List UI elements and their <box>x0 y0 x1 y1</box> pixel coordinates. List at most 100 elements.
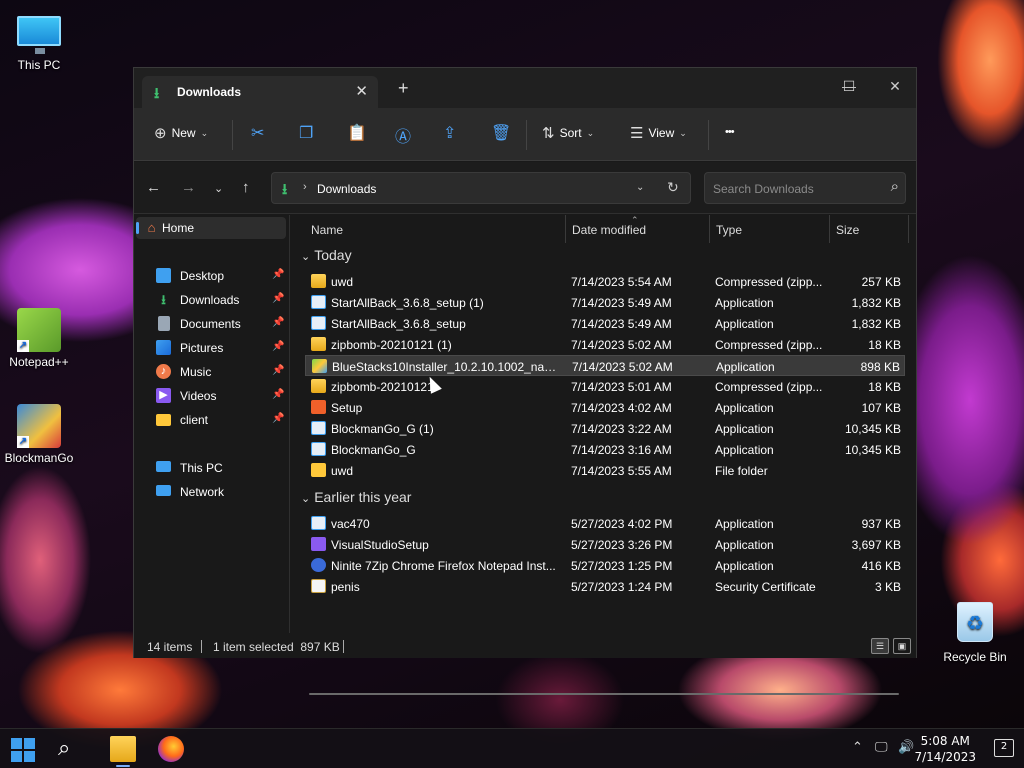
file-date: 7/14/2023 5:49 AM <box>571 317 672 331</box>
windows-start-icon[interactable] <box>11 738 35 762</box>
back-arrow-icon[interactable]: ← <box>146 179 161 196</box>
more-options-button[interactable]: ••• <box>725 126 735 138</box>
paste-icon[interactable]: 📋 <box>347 123 367 143</box>
rename-icon[interactable]: Ⓐ <box>395 123 411 147</box>
cut-icon[interactable]: ✂ <box>251 123 264 143</box>
system-clock[interactable]: 5:08 AM 7/14/2023 <box>914 733 976 765</box>
file-row[interactable]: Setup 7/14/2023 4:02 AM Application 107 KB <box>305 397 905 418</box>
search-icon[interactable]: ⌕ <box>58 736 84 762</box>
clock-time: 5:08 AM <box>920 734 970 748</box>
desktop-icon-notepadpp[interactable]: ↗ Notepad++ <box>1 308 77 369</box>
file-size: 3,697 KB <box>851 538 901 552</box>
sidebar-item-music[interactable]: ♪ Music 📌 <box>136 361 286 383</box>
bluestacks-icon <box>312 359 327 373</box>
search-box[interactable]: Search Downloads ⌕ <box>704 172 906 204</box>
new-tab-icon[interactable]: + <box>398 78 409 99</box>
file-explorer-icon[interactable] <box>110 736 136 767</box>
close-tab-icon[interactable]: ✕ <box>355 82 368 100</box>
sidebar-item-videos[interactable]: ▶ Videos 📌 <box>136 385 286 407</box>
file-row[interactable]: VisualStudioSetup 5/27/2023 3:26 PM Applic… <box>305 534 905 555</box>
file-row[interactable]: StartAllBack_3.6.8_setup 7/14/2023 5:49 A… <box>305 313 905 334</box>
details-view-icon[interactable]: ☰ <box>871 638 889 654</box>
group-header[interactable]: ⌄ Today <box>301 247 352 263</box>
file-row[interactable]: StartAllBack_3.6.8_setup (1) 7/14/2023 5:… <box>305 292 905 313</box>
desktop-icon-this-pc[interactable]: This PC <box>1 10 77 72</box>
up-arrow-icon[interactable]: ↑ <box>242 179 250 196</box>
address-history-chevron-icon[interactable]: ⌄ <box>636 182 644 193</box>
file-row[interactable]: penis 5/27/2023 1:24 PM Security Certifica… <box>305 576 905 597</box>
sidebar-item-client[interactable]: client 📌 <box>136 409 286 431</box>
column-divider <box>829 215 830 243</box>
collapse-chevron-icon: ⌄ <box>301 251 311 263</box>
file-row[interactable]: vac470 5/27/2023 4:02 PM Application 937 KB <box>305 513 905 534</box>
volume-icon[interactable]: 🔊 <box>898 740 914 755</box>
recent-locations-chevron-icon[interactable]: ⌄ <box>214 182 223 195</box>
desktop-icon-blockmango[interactable]: ↗ BlockmanGo <box>1 404 77 465</box>
computer-icon <box>17 16 61 54</box>
sidebar-item-label: Documents <box>180 317 241 331</box>
file-row[interactable]: zipbomb-20210121 7/14/2023 5:01 AM Compres… <box>305 376 905 397</box>
folder-icon <box>156 414 171 426</box>
file-size: 937 KB <box>861 517 901 531</box>
pin-icon[interactable]: 📌 <box>272 293 284 304</box>
column-header-name[interactable]: Name <box>311 223 343 237</box>
sidebar-item-label: Downloads <box>180 293 240 307</box>
column-header-date[interactable]: Date modified <box>572 223 646 237</box>
file-name: penis <box>331 580 360 594</box>
address-bar[interactable]: ⭳ › Downloads ⌄ ↻ <box>271 172 691 204</box>
show-hidden-icons-chevron-icon[interactable]: ⌃ <box>852 740 863 755</box>
file-date: 7/14/2023 5:54 AM <box>571 275 672 289</box>
breadcrumb-downloads[interactable]: Downloads <box>317 182 376 196</box>
sidebar-item-pictures[interactable]: Pictures 📌 <box>136 337 286 359</box>
pin-icon[interactable]: 📌 <box>272 389 284 400</box>
tab-downloads[interactable]: ⭳ Downloads ✕ <box>142 76 378 108</box>
sidebar-item-label: Network <box>180 485 225 499</box>
zip-folder-icon <box>311 274 326 288</box>
file-row[interactable]: BlueStacks10Installer_10.2.10.1002_nativ… <box>305 355 905 376</box>
refresh-icon[interactable]: ↻ <box>667 179 679 196</box>
file-date: 7/14/2023 5:02 AM <box>571 338 672 352</box>
file-type: Application <box>716 360 775 374</box>
file-type: Application <box>715 422 774 436</box>
delete-icon[interactable]: 🗑 <box>491 123 511 143</box>
group-header[interactable]: ⌄ Earlier this year <box>301 489 411 505</box>
close-window-button[interactable]: ✕ <box>872 72 918 100</box>
sidebar-item-documents[interactable]: Documents 📌 <box>136 313 286 335</box>
view-button[interactable]: ☰ View ⌄ <box>630 124 687 142</box>
sidebar-item-label: This PC <box>180 461 223 475</box>
sidebar-item-this-pc[interactable]: This PC <box>136 457 286 479</box>
sidebar-item-network[interactable]: Network <box>136 481 286 503</box>
forward-arrow-icon[interactable]: → <box>181 179 196 196</box>
selection-info: 1 item selected 897 KB <box>213 640 340 654</box>
sidebar-item-home[interactable]: ⌂ Home <box>136 217 286 239</box>
file-row[interactable]: zipbomb-20210121 (1) 7/14/2023 5:02 AM Com… <box>305 334 905 355</box>
firefox-icon[interactable] <box>158 736 184 762</box>
horizontal-scrollbar[interactable] <box>309 693 899 695</box>
file-row[interactable]: Ninite 7Zip Chrome Firefox Notepad Inst.… <box>305 555 905 576</box>
column-header-type[interactable]: Type <box>716 223 742 237</box>
maximize-button[interactable]: ☐ <box>826 72 872 100</box>
pin-icon[interactable]: 📌 <box>272 317 284 328</box>
notification-center-icon[interactable]: 2 <box>994 739 1014 757</box>
file-row[interactable]: uwd 7/14/2023 5:54 AM Compressed (zipp... 2… <box>305 271 905 292</box>
sidebar-item-downloads[interactable]: ⭳ Downloads 📌 <box>136 289 286 311</box>
pin-icon[interactable]: 📌 <box>272 341 284 352</box>
pin-icon[interactable]: 📌 <box>272 413 284 424</box>
notepadpp-icon: ↗ <box>17 308 61 352</box>
new-button[interactable]: ⊕ New ⌄ <box>154 124 208 142</box>
tiles-view-icon[interactable]: ▣ <box>893 638 911 654</box>
music-icon: ♪ <box>156 364 171 379</box>
pin-icon[interactable]: 📌 <box>272 269 284 280</box>
column-header-size[interactable]: Size <box>836 223 859 237</box>
file-row[interactable]: BlockmanGo_G (1) 7/14/2023 3:22 AM Applica… <box>305 418 905 439</box>
share-icon[interactable]: ⇪ <box>443 123 456 143</box>
desktop-icon-recycle-bin[interactable]: Recycle Bin <box>937 602 1013 664</box>
file-name: StartAllBack_3.6.8_setup <box>331 317 466 331</box>
file-row[interactable]: BlockmanGo_G 7/14/2023 3:16 AM Application… <box>305 439 905 460</box>
network-status-icon[interactable]: 🖵 <box>875 740 888 755</box>
sort-button[interactable]: ⇅ Sort ⌄ <box>542 124 594 142</box>
copy-icon[interactable]: ❐ <box>299 123 313 143</box>
pin-icon[interactable]: 📌 <box>272 365 284 376</box>
file-row[interactable]: uwd 7/14/2023 5:55 AM File folder <box>305 460 905 481</box>
sidebar-item-desktop[interactable]: Desktop 📌 <box>136 265 286 287</box>
